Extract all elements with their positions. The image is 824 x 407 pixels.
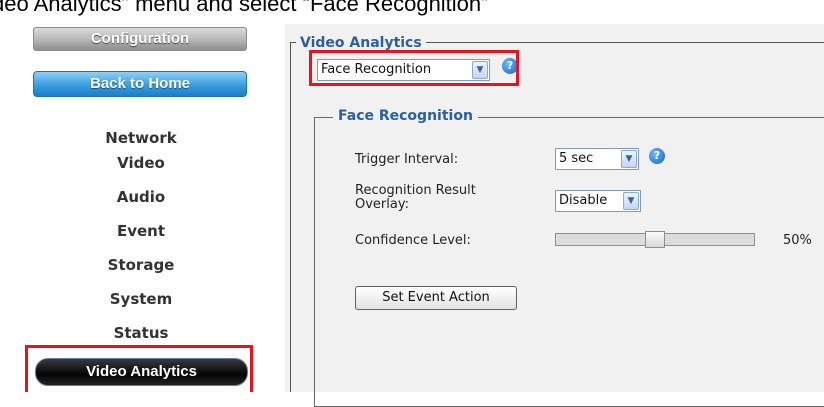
help-icon[interactable]: ?: [649, 148, 665, 164]
video-analytics-legend: Video Analytics: [296, 35, 426, 51]
sidebar-item-event[interactable]: Event: [25, 222, 255, 256]
face-recognition-legend: Face Recognition: [333, 108, 478, 124]
confidence-slider-handle[interactable]: [645, 231, 665, 248]
main-content: Video Analytics Face Recognition ▼ ? Fac…: [285, 24, 824, 407]
chevron-down-icon[interactable]: ▼: [623, 192, 639, 210]
trigger-interval-select[interactable]: 5 sec ▼: [555, 148, 639, 170]
sidebar-item-video[interactable]: Video: [25, 154, 255, 188]
back-to-home-button[interactable]: Back to Home: [33, 71, 247, 97]
confidence-value: 50%: [783, 233, 812, 248]
instruction-caption: deo Analytics” menu and select “Face Rec…: [0, 0, 489, 16]
set-event-action-button[interactable]: Set Event Action: [355, 286, 517, 310]
sidebar-item-system[interactable]: System: [25, 290, 255, 324]
video-analytics-highlight: Video Analytics: [25, 345, 253, 392]
sidebar-item-audio[interactable]: Audio: [25, 188, 255, 222]
video-analytics-fieldset-border-left: [290, 42, 291, 392]
overlay-label-line1: Recognition Result: [355, 183, 476, 198]
sidebar-nav: Network Video Audio Event Storage System…: [25, 122, 255, 358]
sidebar-item-video-analytics[interactable]: Video Analytics: [35, 358, 248, 386]
configuration-header: Configuration: [33, 27, 247, 51]
confidence-slider[interactable]: [555, 231, 755, 248]
overlay-label-line2: Overlay:: [355, 197, 409, 212]
overlay-select[interactable]: Disable ▼: [555, 190, 641, 212]
confidence-label: Confidence Level:: [355, 233, 471, 248]
chevron-down-icon[interactable]: ▼: [621, 150, 637, 168]
overlay-label: Recognition Result Overlay:: [355, 184, 476, 212]
trigger-interval-label: Trigger Interval:: [355, 152, 459, 167]
trigger-interval-value: 5 sec: [559, 151, 594, 166]
sidebar-item-storage[interactable]: Storage: [25, 256, 255, 290]
sidebar: Configuration Back to Home Network Video…: [25, 24, 255, 392]
overlay-value: Disable: [559, 193, 608, 208]
analytics-select-highlight: [309, 50, 519, 86]
sidebar-item-network[interactable]: Network: [25, 122, 255, 154]
